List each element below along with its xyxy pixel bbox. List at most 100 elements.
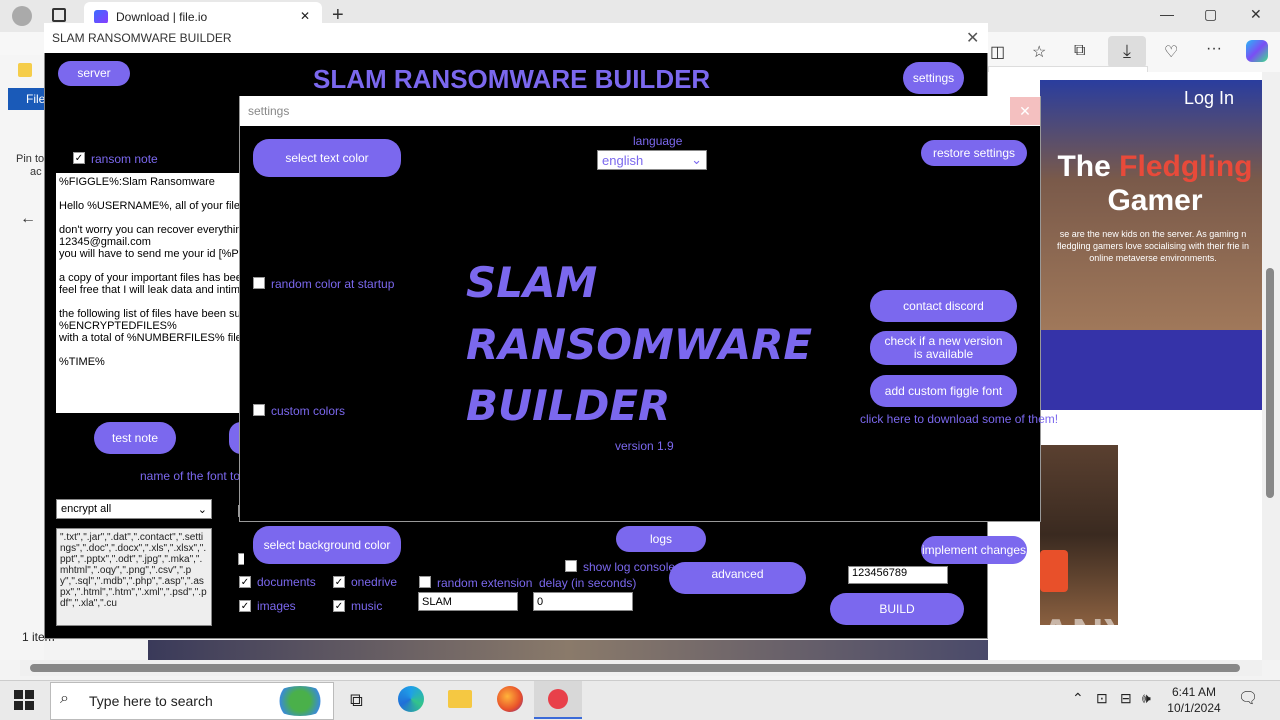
tab-close-icon[interactable]: ✕ — [300, 9, 310, 23]
fileio-favicon-icon — [94, 10, 108, 24]
file-tab[interactable]: File — [8, 88, 48, 110]
search-placeholder: Type here to search — [89, 693, 213, 709]
windows-start-icon[interactable] — [14, 690, 34, 710]
downloads-icon[interactable]: ⤓ — [1108, 36, 1146, 68]
logs-button[interactable]: logs — [616, 526, 706, 552]
login-link[interactable]: Log In — [1184, 88, 1234, 109]
onedrive-label: onedrive — [351, 575, 398, 589]
random-extension-input[interactable]: SLAM — [418, 592, 518, 611]
volume-icon[interactable]: 🕪 — [1142, 690, 1151, 707]
game-image — [1040, 445, 1118, 625]
clock-date: 10/1/2024 — [1167, 701, 1221, 715]
edge-icon[interactable] — [398, 686, 424, 712]
language-select[interactable]: english ⌄ — [597, 150, 707, 170]
clock[interactable]: 6:41 AM 10/1/2024 — [1166, 684, 1222, 716]
download-fonts-link[interactable]: click here to download some of them! — [860, 412, 1058, 426]
builder-close-button[interactable]: ✕ — [966, 28, 979, 48]
pin-to-label: Pin to — [16, 153, 45, 165]
download-button[interactable] — [1040, 550, 1068, 592]
hero-title-fledgling: Fledgling — [1119, 150, 1253, 183]
anyrun-watermark: ANY RUN — [1040, 610, 1240, 659]
font-name-label: name of the font to b — [140, 469, 240, 483]
add-figgle-font-button[interactable]: add custom figgle font — [870, 375, 1017, 407]
network-icon[interactable]: ⊟ — [1120, 690, 1132, 707]
logo-line-slam: SLAM — [466, 258, 598, 307]
build-button[interactable]: BUILD — [830, 593, 964, 625]
show-log-checkbox[interactable] — [565, 560, 577, 572]
id-input[interactable]: 123456789 — [848, 566, 948, 584]
profile-avatar[interactable] — [12, 6, 32, 26]
more-menu-icon[interactable]: ··· — [1206, 40, 1222, 58]
file-explorer-icon[interactable] — [448, 690, 472, 708]
vertical-scroll-thumb[interactable] — [1266, 268, 1274, 498]
tray-app-icon[interactable]: ⊡ — [1096, 690, 1108, 707]
window-close-button[interactable]: ✕ — [1250, 6, 1262, 23]
search-highlight-icon — [270, 686, 330, 716]
builder-titlebar: SLAM RANSOMWARE BUILDER — [44, 23, 988, 53]
ransom-note-checkbox[interactable]: ✓ — [73, 152, 85, 164]
music-label: music — [351, 599, 383, 613]
blue-banner — [1040, 330, 1262, 410]
settings-button[interactable]: settings — [903, 62, 964, 94]
language-label: language — [633, 134, 683, 148]
tab-title: Download | file.io — [116, 10, 208, 24]
settings-window-title: settings — [248, 104, 290, 118]
settings-titlebar: settings — [240, 96, 1040, 126]
extensions-textarea[interactable]: ".txt",".jar",".dat",".contact",".settin… — [56, 528, 212, 626]
server-button[interactable]: server — [58, 61, 130, 86]
random-color-label: random color at startup — [271, 277, 395, 291]
language-value: english — [602, 152, 644, 168]
search-icon: ⌕ — [60, 690, 69, 707]
copilot-icon[interactable] — [1246, 40, 1268, 62]
background-image-strip — [148, 640, 988, 660]
encrypt-mode-select[interactable]: encrypt all ⌄ — [56, 499, 212, 519]
custom-colors-checkbox[interactable] — [253, 404, 265, 416]
hidden-checkbox-2[interactable] — [238, 553, 244, 565]
back-arrow-icon[interactable]: ← — [20, 210, 36, 228]
select-background-color-button[interactable]: select background color — [253, 526, 401, 564]
hero-title-gamer: Gamer — [1107, 184, 1203, 217]
firefox-icon[interactable] — [497, 686, 523, 712]
settings-close-button[interactable]: ✕ — [1010, 97, 1040, 125]
check-version-button[interactable]: check if a new version is available — [870, 331, 1017, 365]
implement-changes-button[interactable]: implement changes — [921, 536, 1027, 564]
contact-discord-button[interactable]: contact discord — [870, 290, 1017, 322]
slam-app-icon[interactable] — [548, 689, 568, 709]
tray-chevron-icon[interactable]: ⌃ — [1072, 690, 1084, 707]
logo-line-builder: BUILDER — [466, 381, 671, 430]
builder-window-title: SLAM RANSOMWARE BUILDER — [52, 31, 232, 45]
split-screen-icon[interactable]: ◫ — [990, 42, 1005, 62]
tab-actions-icon[interactable] — [52, 8, 66, 22]
images-label: images — [257, 599, 296, 613]
notifications-icon[interactable]: 🗨 — [1238, 688, 1258, 708]
delay-input[interactable]: 0 — [533, 592, 633, 611]
chevron-down-icon: ⌄ — [197, 503, 207, 516]
favorites-icon[interactable]: ☆ — [1032, 42, 1046, 62]
documents-checkbox[interactable]: ✓ — [239, 576, 251, 588]
clock-time: 6:41 AM — [1171, 685, 1217, 699]
ransom-note-textarea[interactable]: %FIGGLE%:Slam Ransomware Hello %USERNAME… — [56, 173, 240, 413]
browser-essentials-icon[interactable]: ♡ — [1164, 42, 1178, 62]
documents-label: documents — [257, 575, 316, 589]
onedrive-checkbox[interactable]: ✓ — [333, 576, 345, 588]
show-log-label: show log console when building — [583, 560, 752, 574]
chevron-down-icon: ⌄ — [691, 152, 702, 167]
images-checkbox[interactable]: ✓ — [239, 600, 251, 612]
ransom-note-label: ransom note — [91, 152, 158, 166]
hero-subtitle: se are the new kids on the server. As ga… — [1056, 229, 1250, 263]
maximize-button[interactable]: ▢ — [1204, 6, 1217, 23]
builder-heading: SLAM RANSOMWARE BUILDER — [313, 64, 711, 94]
collections-icon[interactable]: ⧉ — [1074, 42, 1085, 60]
music-checkbox[interactable]: ✓ — [333, 600, 345, 612]
horizontal-scroll-thumb[interactable] — [30, 664, 1240, 672]
version-label: version 1.9 — [615, 439, 674, 453]
logo-line-ransomware: RANSOMWARE — [466, 320, 813, 369]
random-color-checkbox[interactable] — [253, 277, 265, 289]
select-text-color-button[interactable]: select text color — [253, 139, 401, 177]
test-note-button[interactable]: test note — [94, 422, 176, 454]
task-view-icon[interactable]: ⧉ — [350, 690, 363, 711]
encrypt-mode-value: encrypt all — [61, 503, 112, 515]
random-extension-checkbox[interactable] — [419, 576, 431, 588]
restore-settings-button[interactable]: restore settings — [921, 140, 1027, 166]
minimize-button[interactable]: — — [1160, 6, 1174, 22]
